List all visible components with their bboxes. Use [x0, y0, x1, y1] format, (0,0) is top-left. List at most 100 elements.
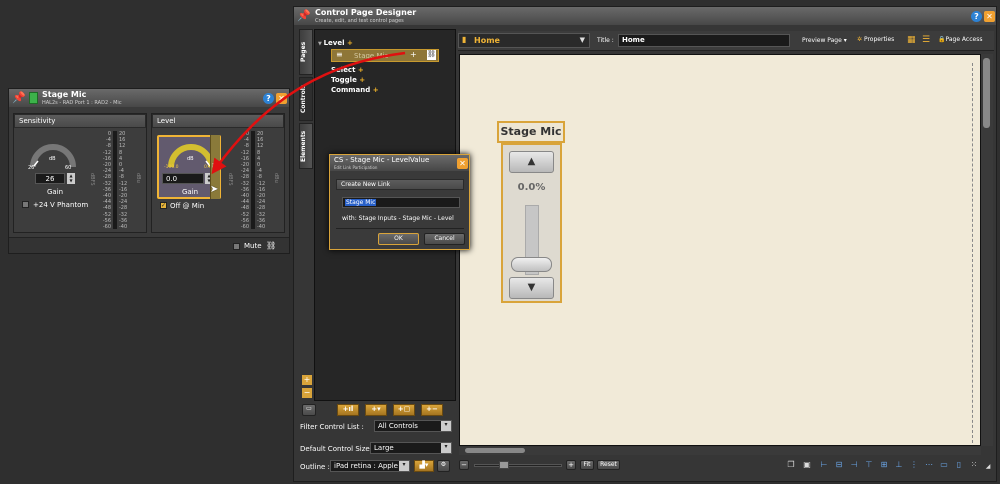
sensitivity-dial-min: 26 [28, 165, 35, 171]
page-select[interactable]: ▮ Home ▼ [458, 33, 590, 48]
tree-item-icon: ≡ [336, 50, 343, 59]
level-dial-min: -100.0 [164, 165, 179, 170]
sensitivity-panel: Sensitivity dB 26 60 26 ▲ ▼ Gain +24 V Ph… [13, 113, 147, 233]
sensitivity-header: Sensitivity [14, 114, 146, 128]
fit-button[interactable]: Fit [580, 460, 594, 470]
widget-slider-thumb[interactable] [511, 257, 552, 272]
canvas-hscroll-thumb[interactable] [465, 448, 525, 453]
control-title[interactable]: Stage Mic [497, 121, 565, 143]
close-icon[interactable]: ✕ [276, 93, 287, 104]
sensitivity-gain-label: Gain [47, 188, 64, 196]
level-gain-field[interactable]: 0.0 [162, 173, 204, 184]
help-icon[interactable]: ? [263, 93, 274, 104]
filter-select[interactable]: All Controls ▾ [374, 420, 452, 432]
level-header: Level [152, 114, 284, 128]
mute-link-icon[interactable]: ⛓ [266, 241, 276, 250]
pin-icon[interactable]: 📌 [12, 91, 26, 105]
side-add-icon[interactable]: + [302, 375, 312, 385]
sensitivity-gain-field[interactable]: 26 [35, 173, 65, 184]
mute-bar: Mute ⛓ [9, 237, 289, 253]
add-level-button[interactable]: +ıl [337, 404, 359, 416]
grid-icon[interactable]: ▦ [907, 35, 916, 45]
reset-button[interactable]: Reset [597, 460, 620, 470]
mute-checkbox[interactable] [233, 243, 240, 250]
title-input[interactable]: Home [618, 34, 790, 47]
size-chevron-down-icon[interactable]: ▾ [441, 443, 451, 453]
tree-selected-item[interactable]: ≡ Stage Mic + ⛓ [331, 49, 439, 62]
off-at-min-label: Off @ Min [170, 202, 205, 210]
outline-settings-button[interactable]: ⚙ [437, 460, 450, 472]
tree-command[interactable]: Command + [331, 86, 379, 94]
outline-chevron-down-icon[interactable]: ▾ [399, 461, 409, 471]
align-middle-icon[interactable]: ⊞ [879, 460, 889, 470]
outline-select[interactable]: iPad retina : Apple ▾ [330, 460, 410, 472]
tree-select[interactable]: Select + [331, 66, 364, 74]
align-left-icon[interactable]: ⊢ [819, 460, 829, 470]
outline-color-button[interactable]: ▟▾ [414, 460, 434, 472]
tree-level[interactable]: ▼ Level + [318, 39, 353, 47]
page-chevron-down-icon[interactable]: ▼ [580, 36, 585, 44]
align-center-icon[interactable]: ⊟ [834, 460, 844, 470]
zoom-in-button[interactable]: + [566, 460, 576, 470]
align-top-icon[interactable]: ⊤ [864, 460, 874, 470]
add-toggle-button[interactable]: +▢ [393, 404, 415, 416]
dialog-name-input[interactable]: Stage Mic [342, 197, 460, 208]
zoom-slider-thumb[interactable] [499, 461, 509, 469]
canvas-vscrollbar[interactable] [981, 54, 993, 446]
dialog-ok-button[interactable]: OK [378, 233, 419, 245]
tab-elements[interactable]: Elements [299, 123, 313, 169]
dialog-titlebar[interactable]: CS - Stage Mic - LevelValue Edit Link Pa… [330, 155, 469, 171]
level-control-widget[interactable]: ▲ 0.0% ▼ [501, 143, 562, 303]
cpd-pin-icon[interactable]: 📌 [297, 9, 311, 23]
cpd-help-icon[interactable]: ? [971, 11, 982, 22]
same-width-icon[interactable]: ▭ [939, 460, 949, 470]
paste-icon[interactable]: ▣ [802, 460, 812, 470]
control-title-label: Stage Mic [500, 125, 562, 138]
zoom-out-button[interactable]: − [459, 460, 469, 470]
default-size-select[interactable]: Large ▾ [370, 442, 452, 454]
mute-label: Mute [244, 242, 262, 250]
preview-toggle-button[interactable]: ▭ [302, 404, 316, 416]
level-scale-left: 0 -4 -8 -12 -16 -20 -24 -28 -32 -36 -40 -44 -48 -52 -5… [240, 131, 249, 231]
distribute-h-icon[interactable]: ⋮ [909, 460, 919, 470]
sens-meter [113, 131, 117, 229]
align-icon[interactable]: ☰ [922, 35, 930, 45]
canvas-vscroll-thumb[interactable] [983, 58, 990, 128]
widget-up-button[interactable]: ▲ [509, 151, 554, 173]
preview-page-button[interactable]: Preview Page ▾ [802, 37, 847, 44]
stage-mic-titlebar[interactable]: 📌 Stage Mic HAL2s - RAD Port 1 : RAD2 - … [9, 89, 289, 107]
phantom-checkbox[interactable] [22, 201, 29, 208]
dialog-title: CS - Stage Mic - LevelValue [334, 156, 430, 164]
cpd-titlebar[interactable]: 📌 Control Page Designer Create, edit, an… [294, 7, 996, 25]
dialog-divider [336, 228, 464, 229]
add-select-button[interactable]: +▾ [365, 404, 387, 416]
widget-down-button[interactable]: ▼ [509, 277, 554, 299]
align-right-icon[interactable]: ⊣ [849, 460, 859, 470]
copy-icon[interactable]: ❐ [786, 460, 796, 470]
cpd-close-icon[interactable]: ✕ [984, 11, 995, 22]
link-icon[interactable]: ⛓ [211, 163, 220, 171]
dialog-cancel-button[interactable]: Cancel [424, 233, 465, 245]
off-at-min-checkbox[interactable]: ✓ [160, 202, 167, 209]
tree-add-icon[interactable]: + [410, 50, 417, 59]
sensitivity-stepper[interactable]: ▲ ▼ [67, 173, 75, 184]
canvas-hscrollbar[interactable] [459, 447, 981, 455]
zoom-slider[interactable] [474, 464, 562, 467]
tree-link-icon[interactable]: ⛓ [427, 50, 436, 60]
add-command-button[interactable]: +− [421, 404, 443, 416]
tab-controls[interactable]: Controls [299, 77, 313, 121]
distribute-v-icon[interactable]: ⋯ [924, 460, 934, 470]
outline-label: Outline : [300, 463, 330, 471]
page-access-button[interactable]: 🔒Page Access [938, 36, 982, 43]
same-height-icon[interactable]: ▯ [954, 460, 964, 470]
design-canvas[interactable]: Stage Mic ▲ 0.0% ▼ [459, 54, 981, 446]
tab-pages[interactable]: Pages [299, 29, 313, 75]
properties-button[interactable]: ✲ Properties [857, 36, 894, 43]
tree-toggle[interactable]: Toggle + [331, 76, 365, 84]
align-bottom-icon[interactable]: ⊥ [894, 460, 904, 470]
dialog-close-icon[interactable]: ✕ [457, 158, 468, 169]
side-remove-icon[interactable]: − [302, 388, 312, 398]
snap-grid-icon[interactable]: ⁙ [969, 460, 979, 470]
resize-grip-icon[interactable]: ◢ [983, 462, 993, 472]
filter-chevron-down-icon[interactable]: ▾ [441, 421, 451, 431]
